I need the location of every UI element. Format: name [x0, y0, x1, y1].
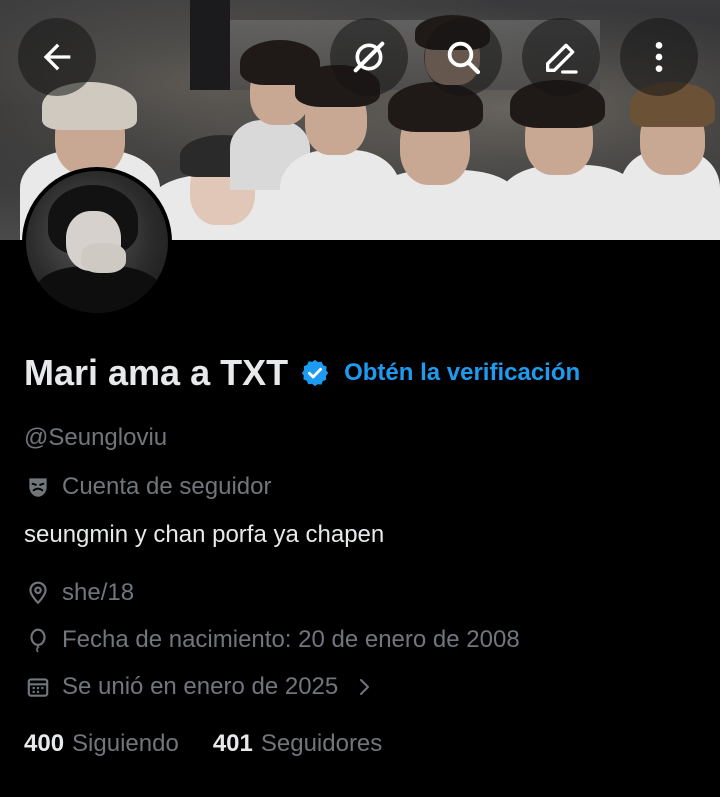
user-handle: @Seungloviu — [24, 424, 168, 451]
location-text: she/18 — [62, 579, 135, 606]
grok-icon — [353, 41, 385, 73]
joined-row[interactable]: Se unió en enero de 2025 — [24, 673, 376, 701]
avatar-figure — [81, 243, 126, 273]
calendar-icon — [24, 673, 52, 701]
account-type-label: Cuenta de seguidor — [62, 473, 272, 500]
followers-count: 401 — [212, 730, 253, 757]
name-row: Mari ama a TXT Obtén la verificación — [24, 352, 580, 394]
search-button[interactable] — [424, 18, 502, 96]
arrow-left-icon — [43, 43, 71, 71]
profile-bio: seungmin y chan porfa ya chapen — [24, 521, 385, 548]
avatar[interactable] — [22, 167, 172, 317]
back-button[interactable] — [18, 18, 96, 96]
chevron-right-icon — [352, 675, 376, 699]
following-count: 400 — [24, 730, 65, 757]
parody-mask-icon — [24, 473, 52, 501]
following-link[interactable]: 400 Siguiendo — [24, 730, 179, 758]
banner-figure — [500, 165, 640, 240]
birthdate-row: Fecha de nacimiento: 20 de enero de 2008 — [24, 626, 520, 654]
more-vertical-icon — [655, 42, 663, 72]
following-label: Siguiendo — [72, 730, 179, 757]
avatar-figure — [36, 266, 161, 313]
edit-button[interactable] — [522, 18, 600, 96]
location-row: she/18 — [24, 579, 134, 607]
search-icon — [447, 41, 481, 75]
display-name: Mari ama a TXT — [24, 352, 289, 393]
verified-badge-icon[interactable] — [300, 358, 330, 388]
birthdate-text: Fecha de nacimiento: 20 de enero de 2008 — [62, 626, 520, 653]
get-verified-link[interactable]: Obtén la verificación — [344, 359, 580, 387]
follow-stats: 400 Siguiendo 401 Seguidores — [24, 730, 382, 758]
more-button[interactable] — [620, 18, 698, 96]
account-type-row: Cuenta de seguidor — [24, 473, 271, 501]
followers-label: Seguidores — [260, 730, 383, 757]
balloon-icon — [24, 626, 52, 654]
edit-pencil-icon — [546, 43, 578, 74]
grok-button[interactable] — [330, 18, 408, 96]
banner-dark-panel — [190, 0, 230, 90]
location-pin-icon — [24, 579, 52, 607]
joined-text: Se unió en enero de 2025 — [62, 673, 339, 700]
followers-link[interactable]: 401 Seguidores — [213, 730, 382, 758]
